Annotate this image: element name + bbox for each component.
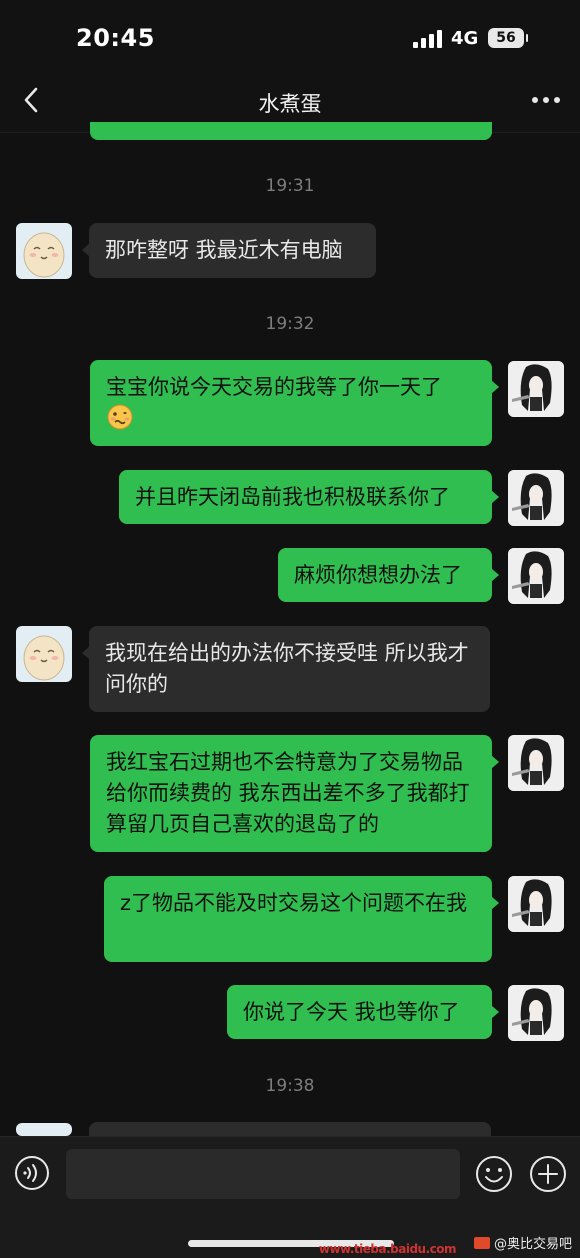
user-avatar[interactable] <box>508 985 564 1041</box>
message-text: 麻烦你想想办法了 <box>294 563 462 587</box>
message-text: 并且昨天闭岛前我也积极联系你了 <box>135 485 450 509</box>
voice-icon[interactable] <box>14 1155 50 1191</box>
watermark-logo-icon <box>473 1236 490 1249</box>
chat-input-bar: @奥比交易吧 www.tieba.baidu.com <box>0 1136 580 1258</box>
message-text: 那咋整呀 我最近木有电脑 <box>105 238 343 262</box>
message-input[interactable] <box>66 1149 460 1199</box>
user-avatar[interactable] <box>508 470 564 526</box>
emoji-icon[interactable] <box>475 1155 513 1193</box>
message-text: 你说了今天 我也等你了 <box>243 1000 460 1024</box>
sent-message[interactable]: 宝宝你说今天交易的我等了你一天了 <box>90 360 499 446</box>
egg-avatar-icon <box>23 635 65 681</box>
woozy-face-icon <box>107 404 133 430</box>
anime-girl-avatar-icon <box>508 361 564 417</box>
sent-message[interactable]: 你说了今天 我也等你了 <box>227 985 499 1039</box>
timestamp: 19:31 <box>265 176 315 196</box>
watermark-label: @奥比交易吧 <box>493 1237 572 1252</box>
watermark-url: www.tieba.baidu.com <box>318 1242 457 1256</box>
user-avatar[interactable] <box>508 876 564 932</box>
message-text: 我现在给出的办法你不接受哇 所以我才问你的 <box>105 641 469 696</box>
anime-girl-avatar-icon <box>508 470 564 526</box>
status-bar: 20:45 4G 56 <box>0 0 580 70</box>
status-time: 20:45 <box>76 24 155 52</box>
user-avatar[interactable] <box>508 361 564 417</box>
contact-avatar <box>16 1123 72 1136</box>
chat-title: 水煮蛋 <box>258 92 322 116</box>
anime-girl-avatar-icon <box>508 548 564 604</box>
sent-message[interactable]: 并且昨天闭岛前我也积极联系你了 <box>119 470 499 524</box>
message-text: 我红宝石过期也不会特意为了交易物品给你而续费的 我东西出差不多了我都打算留几页自… <box>106 750 470 836</box>
received-message[interactable]: 我现在给出的办法你不接受哇 所以我才问你的 <box>82 626 490 712</box>
battery-indicator: 56 <box>488 28 528 48</box>
anime-girl-avatar-icon <box>508 735 564 791</box>
sent-message[interactable]: z了物品不能及时交易这个问题不在我 <box>104 876 499 962</box>
contact-avatar[interactable] <box>16 223 72 279</box>
signal-icon <box>413 30 442 48</box>
watermark: @奥比交易吧 <box>473 1233 572 1252</box>
anime-girl-avatar-icon <box>508 985 564 1041</box>
partial-message-bubble <box>90 122 492 140</box>
network-type: 4G <box>451 28 479 49</box>
timestamp: 19:38 <box>265 1076 315 1096</box>
contact-avatar[interactable] <box>16 626 72 682</box>
more-dots-icon[interactable] <box>526 82 566 118</box>
received-message[interactable]: 那咋整呀 我最近木有电脑 <box>82 223 376 278</box>
sent-message[interactable]: 我红宝石过期也不会特意为了交易物品给你而续费的 我东西出差不多了我都打算留几页自… <box>90 735 499 852</box>
user-avatar[interactable] <box>508 548 564 604</box>
user-avatar[interactable] <box>508 735 564 791</box>
timestamp: 19:32 <box>265 314 315 334</box>
partial-message-bubble <box>89 1122 491 1136</box>
plus-icon[interactable] <box>529 1155 567 1193</box>
anime-girl-avatar-icon <box>508 876 564 932</box>
message-text: 宝宝你说今天交易的我等了你一天了 <box>106 375 442 399</box>
egg-avatar-icon <box>23 232 65 278</box>
sent-message[interactable]: 麻烦你想想办法了 <box>278 548 499 602</box>
message-text: z了物品不能及时交易这个问题不在我 <box>120 891 468 915</box>
